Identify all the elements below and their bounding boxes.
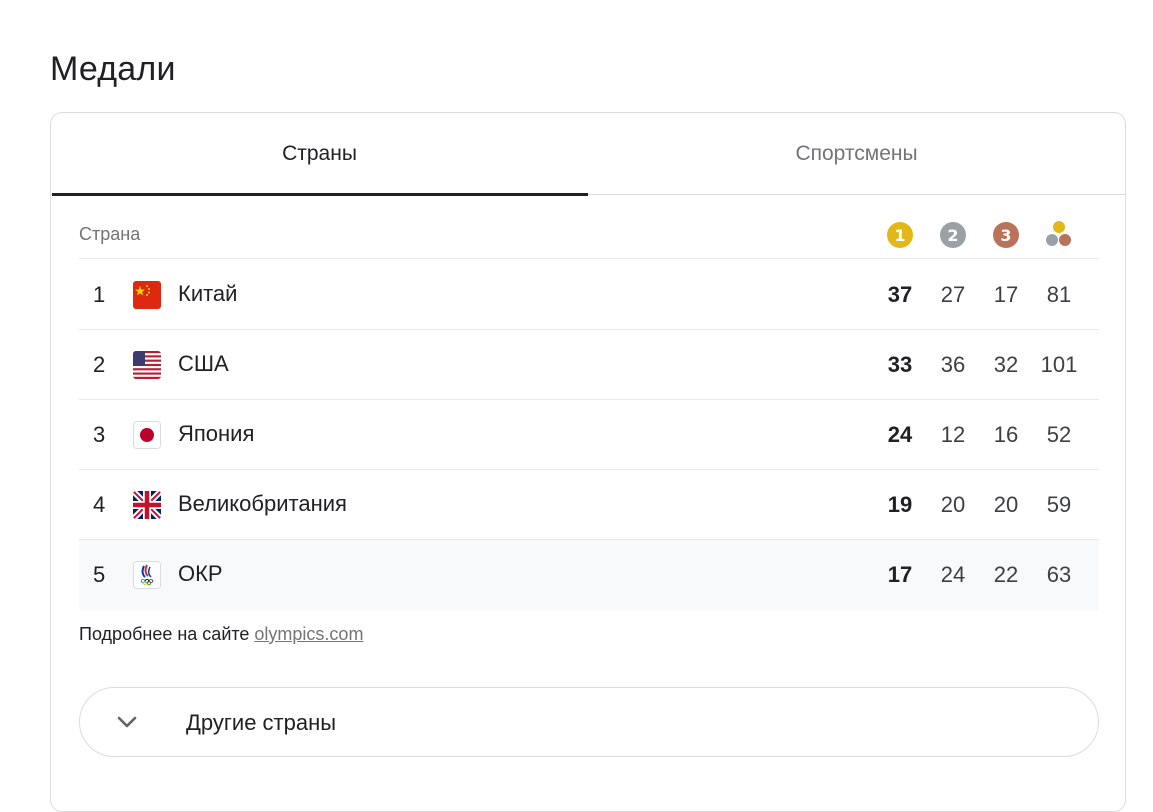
gold-count: 17 — [887, 562, 913, 587]
country-column-header: Страна — [79, 224, 141, 244]
table-row[interactable]: 1 Китай 37 27 17 81 — [79, 260, 1099, 330]
silver-medal-icon: 2 — [940, 222, 966, 248]
rank: 1 — [93, 282, 106, 307]
rank: 3 — [93, 422, 106, 447]
total-count: 81 — [1046, 282, 1072, 307]
table-row[interactable]: 5 ОКР 17 24 22 63 — [79, 540, 1099, 610]
country-name: Великобритания — [178, 491, 347, 516]
table-row[interactable]: 2 США 33 36 32 101 — [79, 330, 1099, 400]
total-count: 101 — [1040, 352, 1078, 377]
medals-card: Страны Спортсмены Страна 1 2 3 1 Китай 3… — [50, 112, 1126, 812]
tabs-bar: Страны Спортсмены — [51, 113, 1125, 196]
country-name: Китай — [178, 281, 238, 306]
gold-count: 33 — [887, 352, 913, 377]
rank: 2 — [93, 352, 106, 377]
table-row[interactable]: 4 Великобритания 19 20 20 59 — [79, 470, 1099, 540]
total-count: 59 — [1046, 492, 1072, 517]
total-count: 63 — [1046, 562, 1072, 587]
tab-countries[interactable]: Страны — [51, 113, 588, 196]
more-info-prefix: Подробнее на сайте — [79, 624, 255, 644]
chevron-down-icon — [116, 713, 138, 731]
other-countries-button[interactable]: Другие страны — [79, 687, 1099, 757]
total-medals-icon — [1045, 221, 1075, 249]
roc-flag-icon — [133, 561, 161, 589]
country-name: США — [178, 351, 229, 376]
rank: 5 — [93, 562, 106, 587]
bronze-count: 20 — [993, 492, 1019, 517]
tab-athletes[interactable]: Спортсмены — [588, 113, 1125, 195]
silver-count: 36 — [940, 352, 966, 377]
gold-count: 19 — [887, 492, 913, 517]
bronze-medal-icon: 3 — [993, 222, 1019, 248]
table-row[interactable]: 3 Япония 24 12 16 52 — [79, 400, 1099, 470]
bronze-count: 22 — [993, 562, 1019, 587]
japan-flag-icon — [133, 421, 161, 449]
page-title: Медали — [50, 50, 176, 88]
bronze-count: 32 — [993, 352, 1019, 377]
more-info-text: Подробнее на сайте olympics.com — [79, 624, 363, 645]
silver-count: 27 — [940, 282, 966, 307]
other-countries-label: Другие страны — [186, 710, 337, 735]
gold-count: 24 — [887, 422, 913, 447]
silver-count: 12 — [940, 422, 966, 447]
bronze-count: 17 — [993, 282, 1019, 307]
table-header: Страна 1 2 3 — [79, 213, 1099, 259]
china-flag-icon — [133, 281, 161, 309]
country-name: ОКР — [178, 561, 223, 586]
uk-flag-icon — [133, 491, 161, 519]
gold-medal-icon: 1 — [887, 222, 913, 248]
total-count: 52 — [1046, 422, 1072, 447]
olympics-link[interactable]: olympics.com — [254, 624, 363, 644]
rank: 4 — [93, 492, 106, 517]
silver-count: 24 — [940, 562, 966, 587]
gold-count: 37 — [887, 282, 913, 307]
silver-count: 20 — [940, 492, 966, 517]
usa-flag-icon — [133, 351, 161, 379]
country-name: Япония — [178, 421, 255, 446]
bronze-count: 16 — [993, 422, 1019, 447]
